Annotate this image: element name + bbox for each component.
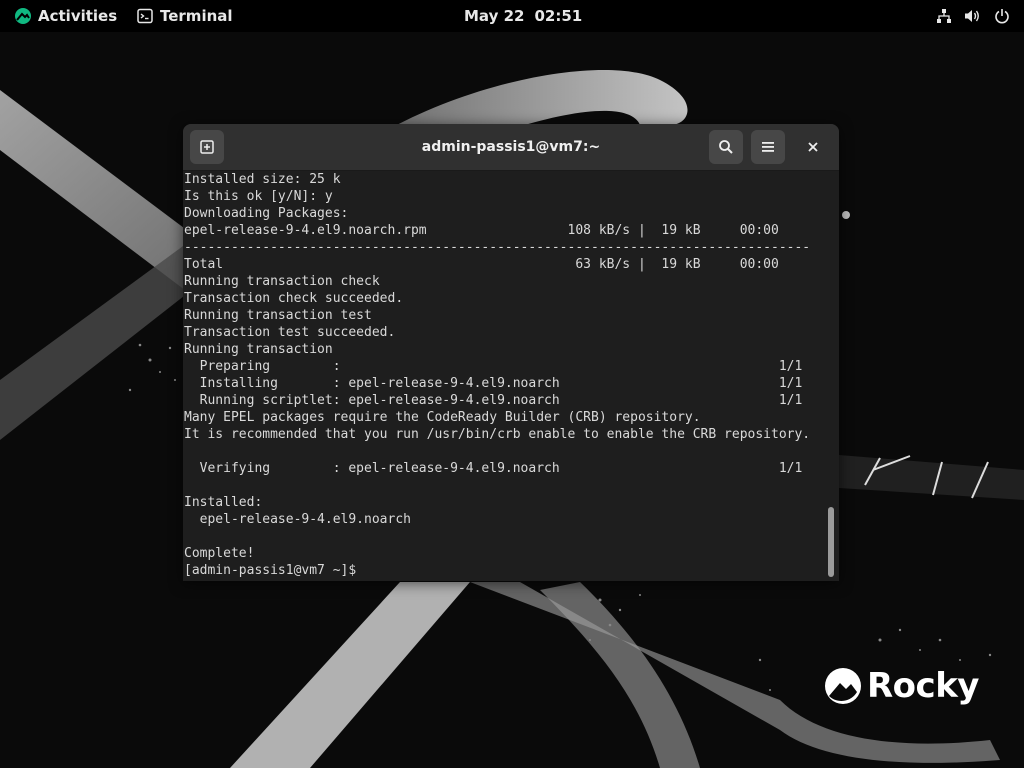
terminal-line: ----------------------------------------… xyxy=(184,240,811,255)
new-tab-button[interactable] xyxy=(190,130,224,164)
activities-button[interactable]: Activities xyxy=(14,0,117,32)
activities-label: Activities xyxy=(38,7,118,25)
terminal-line: Running transaction check xyxy=(184,274,380,289)
terminal-line: Installed size: 25 k xyxy=(184,172,341,187)
terminal-line: Total 63 kB/s | 19 kB 00:00 xyxy=(184,257,779,272)
terminal-line: Complete! xyxy=(184,546,255,561)
clock-date: May 22 xyxy=(464,7,525,25)
terminal-line: Downloading Packages: xyxy=(184,206,349,221)
terminal-line: Installing : epel-release-9-4.el9.noarch… xyxy=(184,376,803,391)
terminal-line: Many EPEL packages require the CodeReady… xyxy=(184,410,701,425)
terminal-window: admin-passis1@vm7:~ Installed size: 25 k… xyxy=(183,124,839,581)
terminal-line: Running transaction test xyxy=(184,308,372,323)
menu-button[interactable] xyxy=(751,130,785,164)
terminal-line: It is recommended that you run /usr/bin/… xyxy=(184,427,811,442)
terminal-line: Installed: xyxy=(184,495,263,510)
clock-time: 02:51 xyxy=(534,7,583,25)
search-button[interactable] xyxy=(709,130,743,164)
terminal-line: epel-release-9-4.el9.noarch.rpm 108 kB/s… xyxy=(184,223,779,238)
terminal-line: Preparing : 1/1 xyxy=(184,359,803,374)
close-button[interactable] xyxy=(802,136,824,158)
rocky-wordmark: Rocky xyxy=(867,666,979,706)
close-icon xyxy=(807,141,819,153)
system-tray[interactable] xyxy=(936,0,1010,32)
terminal-line: Running transaction xyxy=(184,342,333,357)
new-tab-icon xyxy=(199,139,215,155)
volume-icon[interactable] xyxy=(964,8,982,24)
terminal-icon xyxy=(137,8,153,24)
clock-button[interactable]: May 22 02:51 xyxy=(464,0,582,32)
terminal-line: [admin-passis1@vm7 ~]$ xyxy=(184,563,365,578)
terminal-line: Running scriptlet: epel-release-9-4.el9.… xyxy=(184,393,803,408)
window-headerbar[interactable]: admin-passis1@vm7:~ xyxy=(183,124,839,171)
search-icon xyxy=(718,139,734,155)
top-bar: Activities Terminal May 22 02:51 xyxy=(0,0,1024,32)
power-icon[interactable] xyxy=(994,8,1010,24)
menu-icon xyxy=(761,141,775,153)
terminal-line: Verifying : epel-release-9-4.el9.noarch … xyxy=(184,461,803,476)
terminal-line: Transaction test succeeded. xyxy=(184,325,396,340)
terminal-line: Is this ok [y/N]: y xyxy=(184,189,333,204)
terminal-line: epel-release-9-4.el9.noarch xyxy=(184,512,411,527)
app-menu-terminal[interactable]: Terminal xyxy=(137,0,233,32)
rocky-wallpaper-logo: Rocky xyxy=(823,664,979,708)
network-icon[interactable] xyxy=(936,8,952,24)
terminal-line: Transaction check succeeded. xyxy=(184,291,404,306)
terminal-scrollbar[interactable] xyxy=(825,171,837,581)
app-menu-label: Terminal xyxy=(160,7,233,25)
rocky-logo-mark-icon xyxy=(823,666,863,706)
rocky-logo-icon xyxy=(14,7,32,25)
terminal-output[interactable]: Installed size: 25 k Is this ok [y/N]: y D… xyxy=(184,171,824,581)
scrollbar-thumb[interactable] xyxy=(828,507,834,577)
